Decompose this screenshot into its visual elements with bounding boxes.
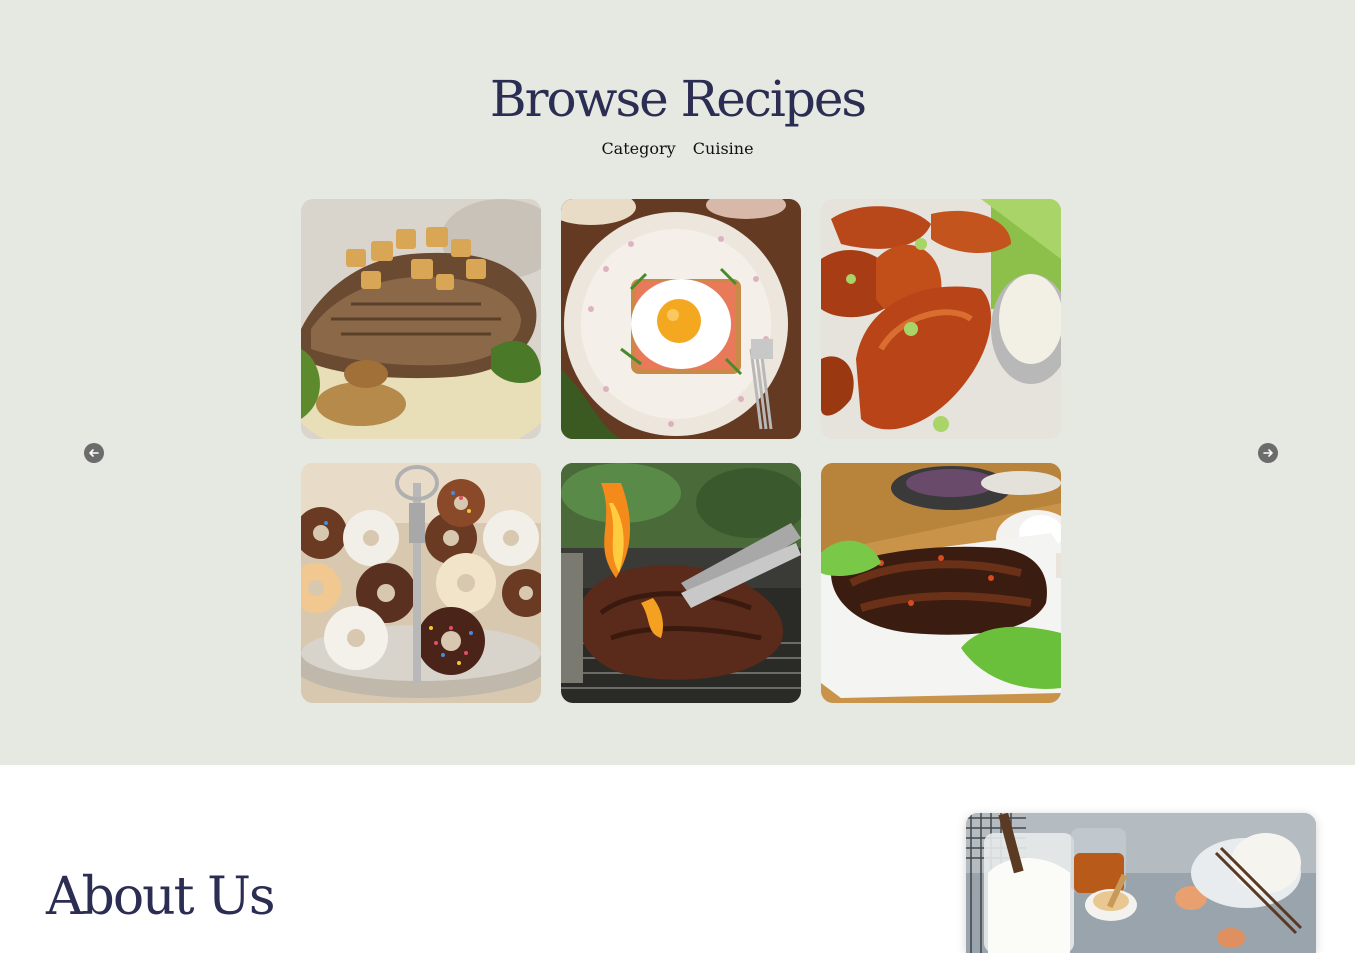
- recipe-image: [301, 463, 541, 703]
- recipe-card-grilled-steak[interactable]: [561, 463, 801, 703]
- arrow-right-icon: [1263, 449, 1273, 457]
- browse-recipes-title: Browse Recipes: [489, 70, 867, 128]
- arrow-left-icon: [89, 449, 99, 457]
- about-image: [966, 813, 1316, 953]
- browse-recipes-section: Browse Recipes Category Cuisine: [0, 0, 1355, 765]
- recipe-image: [821, 463, 1061, 703]
- filter-category[interactable]: Category: [601, 139, 675, 158]
- carousel-prev-button[interactable]: [84, 443, 104, 463]
- recipe-card-glazed-ribs[interactable]: [821, 463, 1061, 703]
- recipe-image: [301, 199, 541, 439]
- recipe-image: [561, 199, 801, 439]
- recipe-filters: Category Cuisine: [0, 139, 1355, 158]
- recipe-card-pork-chop[interactable]: [301, 199, 541, 439]
- recipe-card-egg-toast[interactable]: [561, 199, 801, 439]
- recipe-card-chicken-wings[interactable]: [821, 199, 1061, 439]
- recipe-image: [821, 199, 1061, 439]
- recipe-image: [561, 463, 801, 703]
- recipe-card-donuts[interactable]: [301, 463, 541, 703]
- about-us-image: [966, 813, 1316, 953]
- about-us-title: About Us: [46, 867, 276, 927]
- carousel-next-button[interactable]: [1258, 443, 1278, 463]
- filter-cuisine[interactable]: Cuisine: [693, 139, 754, 158]
